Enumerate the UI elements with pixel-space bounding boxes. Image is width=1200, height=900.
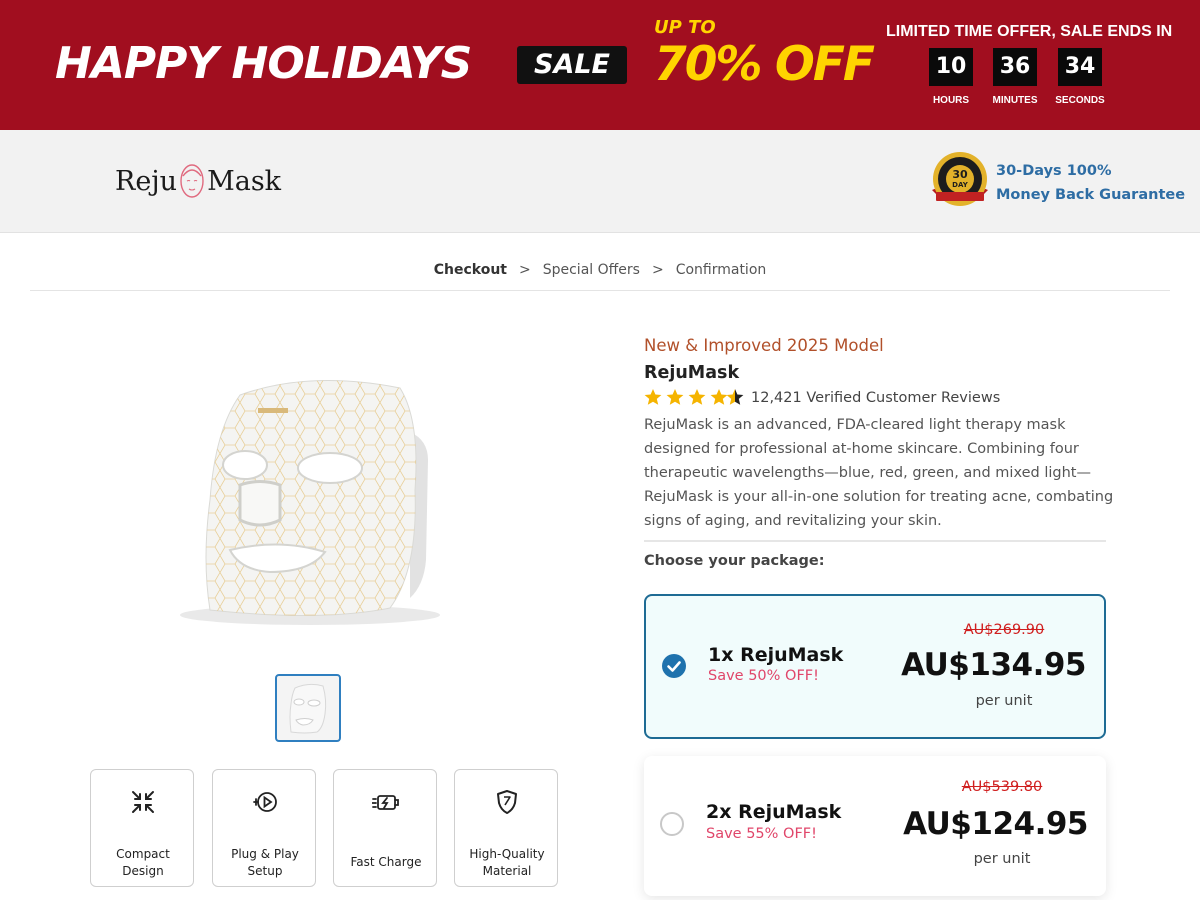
- product-name: RejuMask: [644, 363, 740, 383]
- review-count[interactable]: 12,421 Verified Customer Reviews: [751, 390, 1000, 406]
- breadcrumb-separator: >: [518, 262, 531, 278]
- brand-logo[interactable]: Reju Mask: [115, 160, 281, 202]
- original-price: AU$539.80: [961, 779, 1043, 795]
- svg-text:DAY: DAY: [952, 181, 969, 189]
- selected-radio[interactable]: [662, 654, 686, 678]
- star-icon: [666, 389, 684, 405]
- up-to-label: UP TO: [654, 17, 716, 38]
- product-description: RejuMask is an advanced, FDA-cleared lig…: [644, 417, 1114, 529]
- guarantee-line-1: 30-Days 100%: [996, 163, 1112, 179]
- breadcrumb-step-special-offers[interactable]: Special Offers: [543, 262, 640, 278]
- checkout-breadcrumb: Checkout > Special Offers > Confirmation: [0, 262, 1200, 278]
- model-note: New & Improved 2025 Model: [644, 336, 884, 355]
- feature-compact-design: Compact Design: [90, 769, 194, 887]
- package-price: AU$134.95: [901, 647, 1086, 683]
- led-mask-product-image[interactable]: [160, 360, 460, 635]
- feature-label: High-Quality: [469, 847, 545, 861]
- plug-play-icon: [253, 792, 277, 812]
- feature-label: Setup: [247, 864, 283, 878]
- package-quantity: 2x RejuMask: [706, 801, 842, 823]
- package-option-2x[interactable]: 2x RejuMask Save 55% OFF! AU$539.80 AU$1…: [644, 756, 1106, 896]
- compress-arrows-icon: [132, 791, 154, 813]
- countdown-seconds-label: SECONDS: [1055, 95, 1105, 106]
- package-savings: Save 50% OFF!: [708, 668, 819, 684]
- breadcrumb-divider: [30, 290, 1170, 291]
- countdown-hours: 10: [929, 48, 973, 86]
- package-quantity: 1x RejuMask: [708, 644, 844, 666]
- battery-bolt-icon: [372, 795, 399, 810]
- half-star-icon: [726, 389, 744, 405]
- package-price: AU$124.95: [903, 806, 1088, 842]
- star-icon: [710, 389, 728, 405]
- per-unit-label: per unit: [975, 693, 1033, 709]
- feature-label: Compact: [116, 847, 170, 861]
- choose-package-label: Choose your package:: [644, 553, 825, 569]
- site-header: Reju Mask 30 DAY 30-Days 100% Money Back…: [0, 130, 1200, 233]
- feature-plug-play: Plug & Play Setup: [212, 769, 316, 887]
- svg-text:30: 30: [952, 168, 968, 181]
- breadcrumb-step-checkout[interactable]: Checkout: [434, 262, 507, 278]
- feature-label: Fast Charge: [350, 855, 422, 869]
- countdown-minutes: 36: [993, 48, 1037, 86]
- sale-badge: SALE: [517, 46, 627, 84]
- original-price: AU$269.90: [963, 622, 1045, 638]
- logo-text-right: Mask: [207, 165, 282, 197]
- product-thumbnail[interactable]: [275, 674, 341, 742]
- banner-title: HAPPY HOLIDAYS: [55, 38, 472, 89]
- per-unit-label: per unit: [973, 851, 1031, 867]
- shield-icon: [497, 790, 517, 814]
- feature-label: Material: [482, 864, 532, 878]
- feature-fast-charge: Fast Charge: [333, 769, 437, 887]
- section-divider: [644, 540, 1106, 542]
- feature-label: Design: [122, 864, 164, 878]
- countdown-label: LIMITED TIME OFFER, SALE ENDS IN: [886, 23, 1173, 40]
- star-icon: [688, 389, 706, 405]
- breadcrumb-step-confirmation[interactable]: Confirmation: [676, 262, 767, 278]
- woman-face-icon: [180, 164, 204, 198]
- guarantee-line-2: Money Back Guarantee: [996, 187, 1186, 203]
- unselected-radio[interactable]: [660, 812, 684, 836]
- logo-text-left: Reju: [115, 165, 178, 197]
- feature-label: Plug & Play: [231, 847, 299, 861]
- mask-thumbnail-icon: [289, 683, 327, 734]
- promo-banner: HAPPY HOLIDAYS SALE UP TO 70% OFF LIMITE…: [0, 0, 1200, 130]
- star-rating: [644, 389, 744, 405]
- money-back-seal-icon: 30 DAY: [932, 152, 988, 206]
- package-option-1x[interactable]: 1x RejuMask Save 50% OFF! AU$269.90 AU$1…: [644, 594, 1106, 739]
- package-savings: Save 55% OFF!: [706, 826, 817, 842]
- checkmark-icon: [667, 661, 681, 672]
- countdown-seconds: 34: [1058, 48, 1102, 86]
- feature-high-quality: High-Quality Material: [454, 769, 558, 887]
- breadcrumb-separator: >: [651, 262, 664, 278]
- discount-headline: 70% OFF: [654, 37, 875, 92]
- money-back-guarantee: 30-Days 100% Money Back Guarantee: [996, 159, 1185, 207]
- star-icon: [644, 389, 662, 405]
